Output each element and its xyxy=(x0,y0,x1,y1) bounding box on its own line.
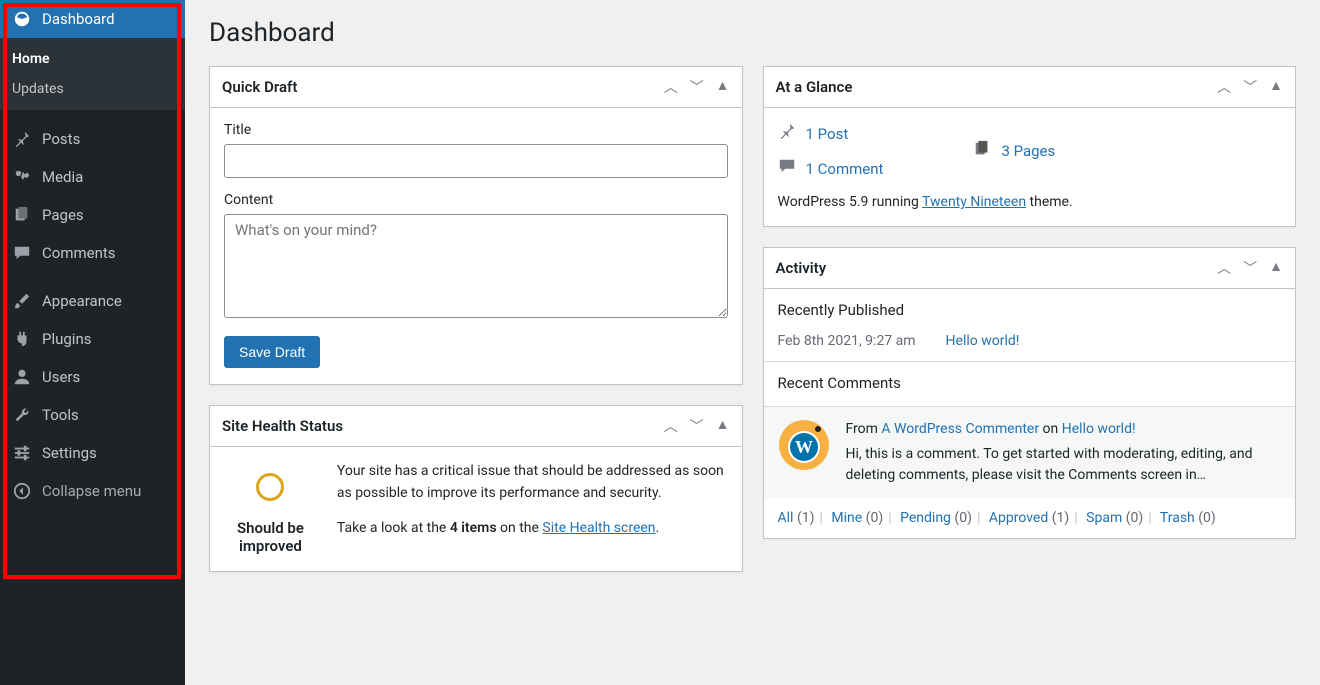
sidebar-item-media[interactable]: Media xyxy=(0,158,185,196)
sidebar-label: Users xyxy=(42,368,80,386)
sidebar-label: Appearance xyxy=(42,292,122,310)
glance-pages-link[interactable]: 3 Pages xyxy=(1001,142,1055,160)
title-label: Title xyxy=(224,122,728,138)
comment-icon xyxy=(778,157,796,180)
quick-draft-heading: Quick Draft xyxy=(222,78,297,96)
filter-trash[interactable]: Trash xyxy=(1160,510,1195,526)
filter-approved[interactable]: Approved xyxy=(989,510,1048,526)
move-down-icon[interactable]: ﹀ xyxy=(1243,258,1257,278)
site-health-box: Site Health Status ︿ ﹀ ▲ Should be impro… xyxy=(209,405,743,572)
comment-filters: All (1)| Mine (0)| Pending (0)| Approved… xyxy=(764,498,1296,538)
glance-post-link[interactable]: 1 Post xyxy=(806,125,849,143)
filter-mine[interactable]: Mine xyxy=(831,510,862,526)
move-up-icon[interactable]: ︿ xyxy=(1217,77,1231,97)
sidebar-sub-home[interactable]: Home xyxy=(0,44,185,74)
sidebar-item-pages[interactable]: Pages xyxy=(0,196,185,234)
toggle-icon[interactable]: ▲ xyxy=(1269,77,1283,97)
page-title: Dashboard xyxy=(209,18,1296,48)
draft-content-textarea[interactable] xyxy=(224,214,728,318)
wp-version: WordPress 5.9 running Twenty Nineteen th… xyxy=(778,194,1282,210)
admin-sidebar: Dashboard Home Updates Posts Media Pages xyxy=(0,0,185,685)
filter-pending[interactable]: Pending xyxy=(900,510,951,526)
filter-all[interactable]: All xyxy=(778,510,794,526)
comment-row: W From A WordPress Commenter on Hello wo… xyxy=(764,407,1296,498)
health-message: Your site has a critical issue that shou… xyxy=(337,461,728,504)
sidebar-label: Plugins xyxy=(42,330,91,348)
at-a-glance-box: At a Glance ︿ ﹀ ▲ xyxy=(763,66,1297,227)
site-health-link[interactable]: Site Health screen xyxy=(542,520,655,536)
sidebar-item-plugins[interactable]: Plugins xyxy=(0,320,185,358)
brush-icon xyxy=(12,291,32,311)
pin-icon xyxy=(778,122,796,145)
theme-link[interactable]: Twenty Nineteen xyxy=(922,194,1026,210)
content-label: Content xyxy=(224,192,728,208)
sidebar-label: Comments xyxy=(42,244,116,262)
collapse-icon xyxy=(12,481,32,501)
sidebar-label: Pages xyxy=(42,206,84,224)
publish-date: Feb 8th 2021, 9:27 am xyxy=(778,333,916,349)
sidebar-collapse[interactable]: Collapse menu xyxy=(0,472,185,510)
main-content: Dashboard Quick Draft ︿ ﹀ ▲ Title xyxy=(185,0,1320,685)
plug-icon xyxy=(12,329,32,349)
svg-text:W: W xyxy=(795,437,813,457)
comment-text: Hi, this is a comment. To get started wi… xyxy=(846,444,1282,486)
user-icon xyxy=(12,367,32,387)
sidebar-item-posts[interactable]: Posts xyxy=(0,120,185,158)
pin-icon xyxy=(12,129,32,149)
pages-icon xyxy=(973,140,991,163)
comment-from: From A WordPress Commenter on Hello worl… xyxy=(846,419,1282,440)
comment-icon xyxy=(12,243,32,263)
sidebar-label: Settings xyxy=(42,444,97,462)
draft-title-input[interactable] xyxy=(224,144,728,178)
pages-icon xyxy=(12,205,32,225)
sidebar-item-comments[interactable]: Comments xyxy=(0,234,185,272)
sidebar-sub-updates[interactable]: Updates xyxy=(0,74,185,104)
commenter-link[interactable]: A WordPress Commenter xyxy=(881,421,1039,437)
glance-heading: At a Glance xyxy=(776,78,853,96)
move-down-icon[interactable]: ﹀ xyxy=(690,416,704,436)
sidebar-label: Dashboard xyxy=(42,10,115,28)
sidebar-label: Posts xyxy=(42,130,80,148)
avatar-icon: W xyxy=(778,419,830,471)
dashboard-submenu: Home Updates xyxy=(0,38,185,110)
toggle-icon[interactable]: ▲ xyxy=(1269,258,1283,278)
sidebar-label: Media xyxy=(42,168,83,186)
sidebar-item-appearance[interactable]: Appearance xyxy=(0,282,185,320)
filter-spam[interactable]: Spam xyxy=(1086,510,1122,526)
publish-title-link[interactable]: Hello world! xyxy=(946,333,1020,349)
move-down-icon[interactable]: ﹀ xyxy=(690,77,704,97)
sidebar-item-users[interactable]: Users xyxy=(0,358,185,396)
sidebar-label: Collapse menu xyxy=(42,482,141,500)
dashboard-icon xyxy=(12,9,32,29)
sidebar-item-dashboard[interactable]: Dashboard xyxy=(0,0,185,38)
recently-published-heading: Recently Published xyxy=(778,301,1282,319)
glance-comment-link[interactable]: 1 Comment xyxy=(806,160,884,178)
sidebar-item-settings[interactable]: Settings xyxy=(0,434,185,472)
sliders-icon xyxy=(12,443,32,463)
save-draft-button[interactable]: Save Draft xyxy=(224,336,320,368)
health-status: Should be improved xyxy=(224,519,317,555)
media-icon xyxy=(12,167,32,187)
sidebar-item-tools[interactable]: Tools xyxy=(0,396,185,434)
toggle-icon[interactable]: ▲ xyxy=(716,77,730,97)
move-up-icon[interactable]: ︿ xyxy=(664,416,678,436)
site-health-heading: Site Health Status xyxy=(222,417,343,435)
recent-comments-heading: Recent Comments xyxy=(778,374,1282,392)
activity-heading: Activity xyxy=(776,259,827,277)
quick-draft-box: Quick Draft ︿ ﹀ ▲ Title Content xyxy=(209,66,743,385)
move-up-icon[interactable]: ︿ xyxy=(1217,258,1231,278)
health-indicator-icon xyxy=(256,473,284,501)
move-down-icon[interactable]: ﹀ xyxy=(1243,77,1257,97)
comment-post-link[interactable]: Hello world! xyxy=(1062,421,1136,437)
move-up-icon[interactable]: ︿ xyxy=(664,77,678,97)
toggle-icon[interactable]: ▲ xyxy=(716,416,730,436)
health-look: Take a look at the 4 items on the Site H… xyxy=(337,518,728,540)
activity-box: Activity ︿ ﹀ ▲ Recently Published Feb 8t… xyxy=(763,247,1297,539)
sidebar-label: Tools xyxy=(42,406,79,424)
wrench-icon xyxy=(12,405,32,425)
